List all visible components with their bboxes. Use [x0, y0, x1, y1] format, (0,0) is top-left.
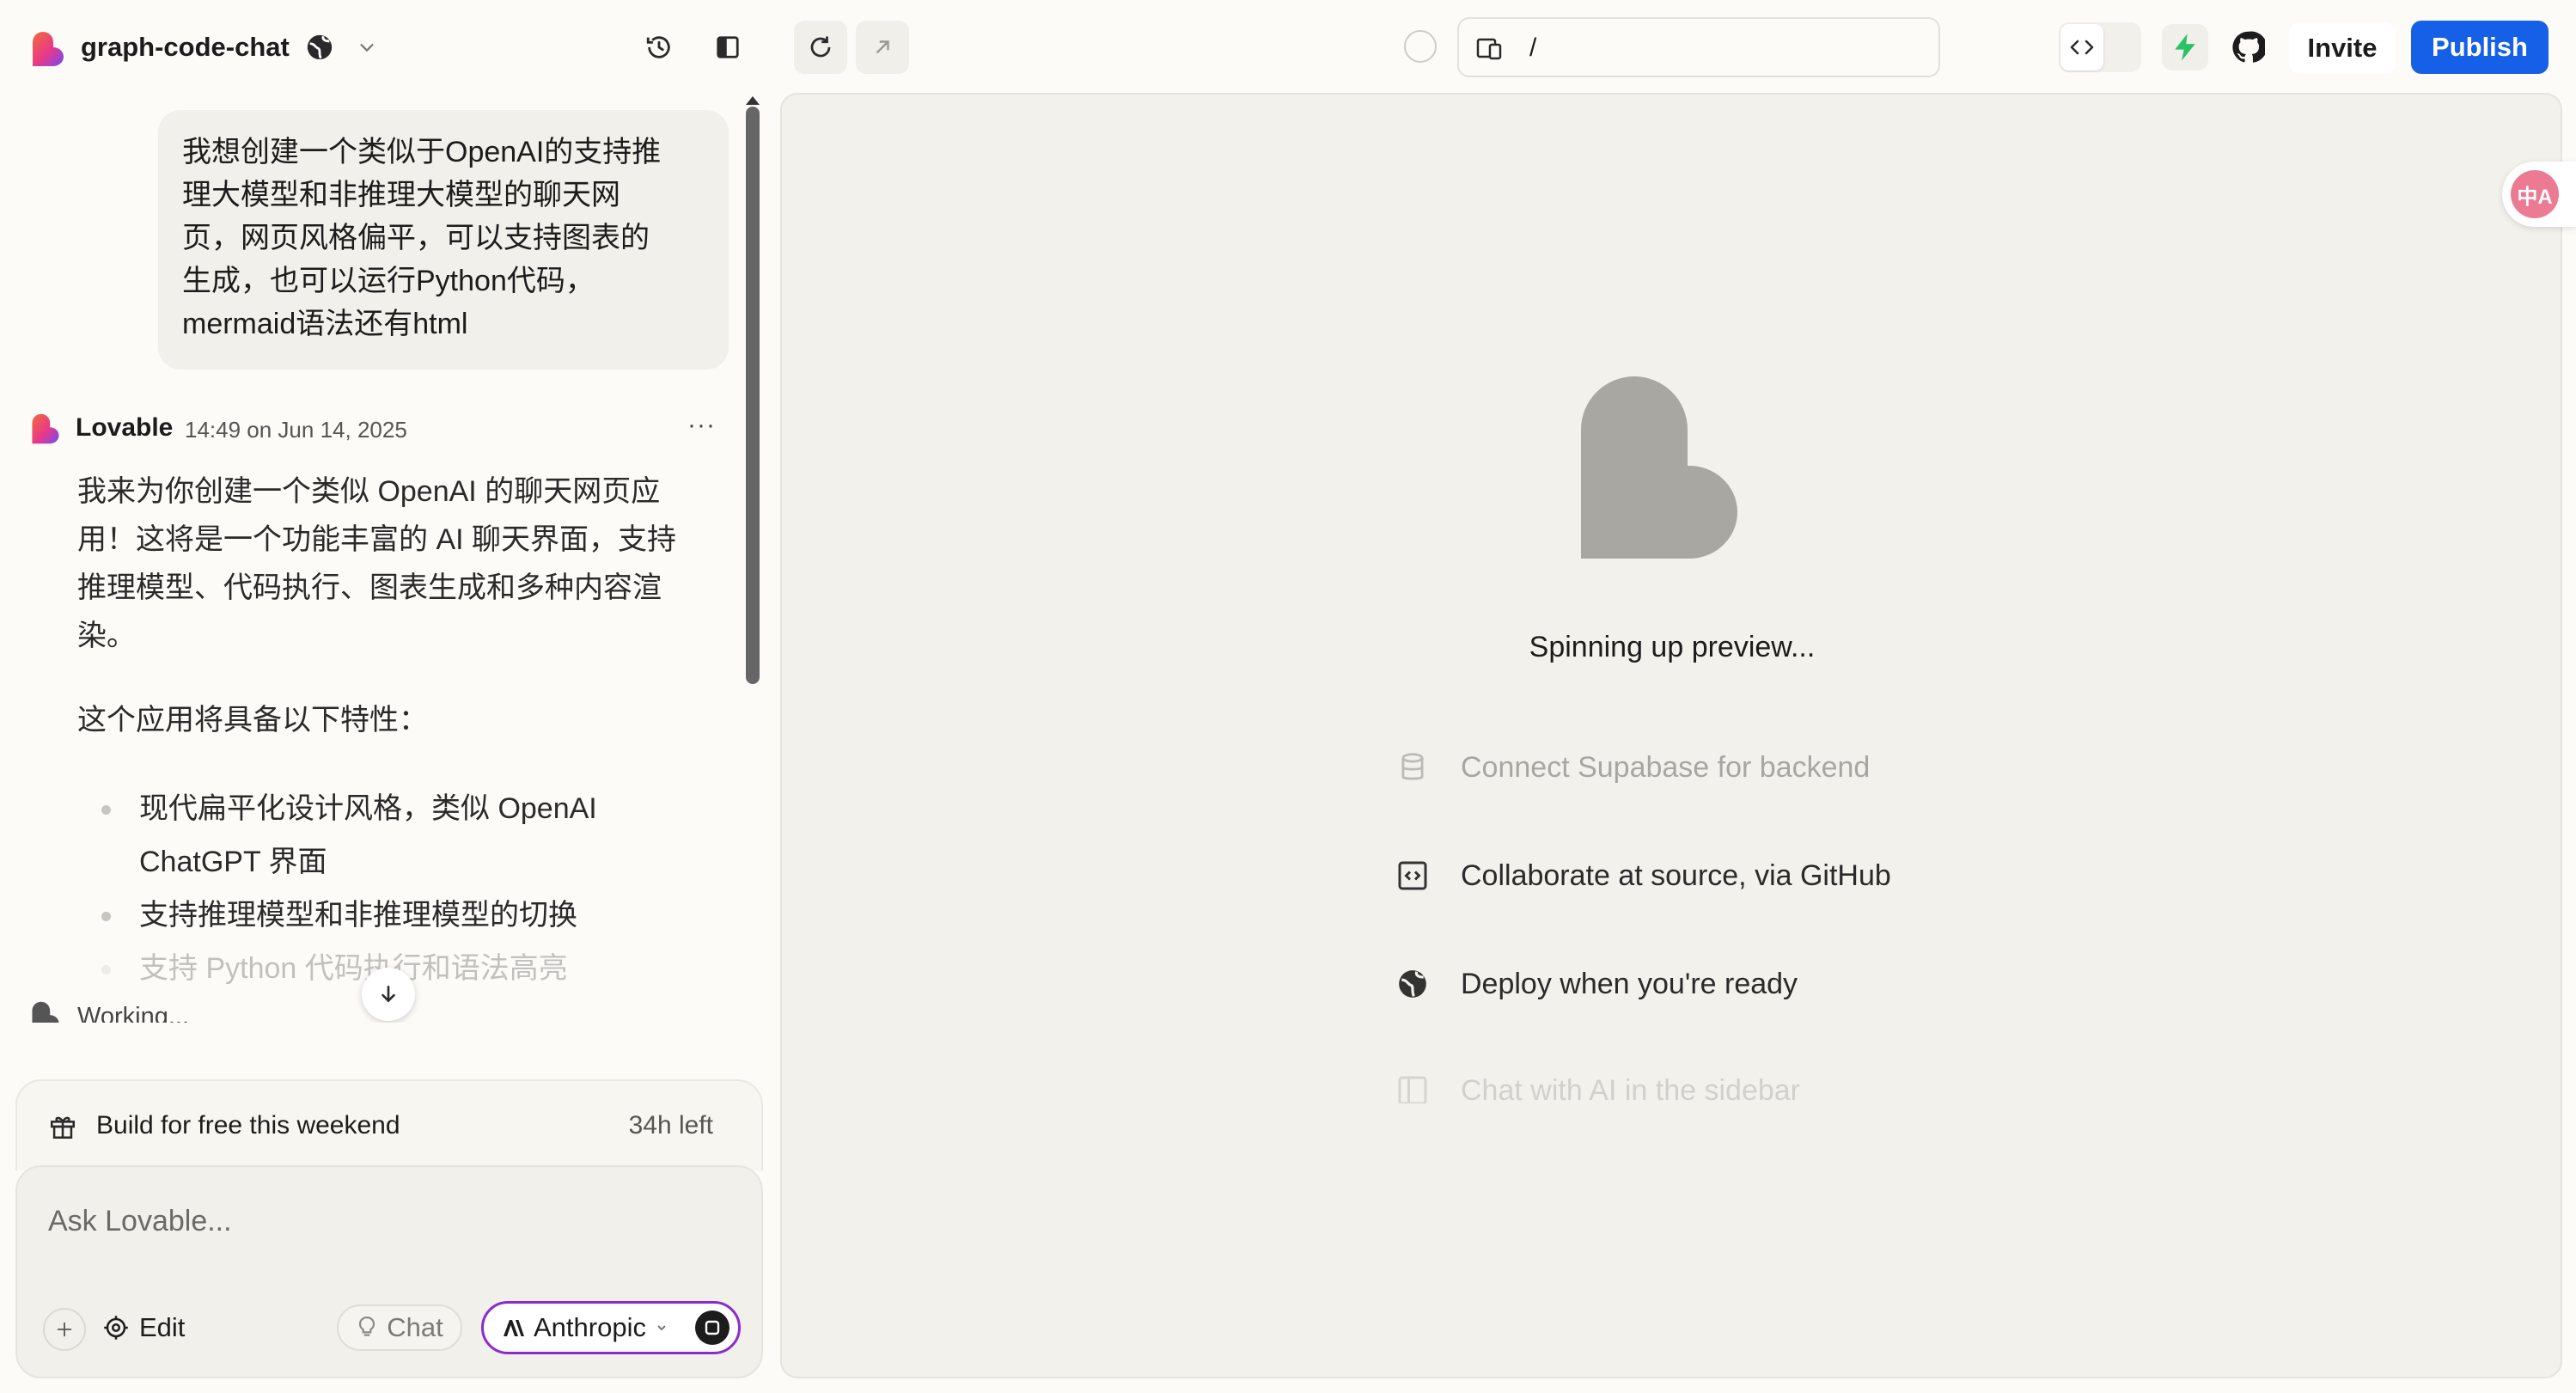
top-bar: graph-code-chat / Invite Publish — [0, 0, 2576, 95]
lovable-heart-icon — [1579, 375, 1763, 559]
user-message-line: 理大模型和非推理大模型的聊天网 — [182, 179, 620, 211]
message-input[interactable]: Ask Lovable... — [48, 1201, 232, 1241]
chat-composer: Ask Lovable... Edit Chat Anthropic — [15, 1165, 763, 1378]
translate-button[interactable]: 中A — [2502, 162, 2576, 227]
message-line: 染。 — [77, 620, 136, 652]
model-selector[interactable]: Anthropic — [481, 1301, 741, 1354]
chat-panel: 我想创建一个类似于OpenAI的支持推 理大模型和非推理大模型的聊天网 页，网页… — [0, 95, 756, 1023]
globe-icon[interactable] — [305, 33, 334, 62]
url-path[interactable]: / — [1529, 31, 1536, 65]
assistant-avatar-icon — [29, 412, 62, 445]
chat-mode-button[interactable]: Chat — [337, 1304, 462, 1351]
user-message-line: 我想创建一个类似于OpenAI的支持推 — [182, 136, 662, 168]
bolt-button[interactable] — [2162, 24, 2208, 70]
list-item: 现代扁平化设计风格，类似 OpenAI — [96, 782, 715, 835]
history-icon[interactable] — [639, 27, 679, 67]
url-bar[interactable]: / — [1457, 17, 1940, 77]
code-box-icon — [1395, 858, 1430, 893]
working-status: Working... — [77, 1003, 190, 1023]
status-circle — [1404, 30, 1437, 63]
message-line: 推理模型、代码执行、图表生成和多种内容渲 — [77, 571, 662, 604]
tip-connect-supabase: Connect Supabase for backend — [1395, 746, 1870, 789]
code-icon[interactable] — [2060, 24, 2103, 70]
message-timestamp: 14:49 on Jun 14, 2025 — [185, 417, 407, 443]
add-attachment-button[interactable] — [43, 1308, 86, 1351]
tip-github: Collaborate at source, via GitHub — [1395, 854, 1891, 897]
github-icon — [2232, 31, 2265, 64]
chevron-down-icon[interactable] — [357, 38, 376, 57]
sidebar-toggle-icon[interactable] — [708, 27, 748, 67]
tip-clip: Chat with AI in the sidebar — [1375, 1064, 1976, 1103]
user-message-bubble: 我想创建一个类似于OpenAI的支持推 理大模型和非推理大模型的聊天网 页，网页… — [158, 110, 729, 370]
chevron-down-icon — [655, 1321, 668, 1335]
features-intro: 这个应用将具备以下特性： — [77, 704, 428, 736]
github-button[interactable] — [2225, 24, 2272, 70]
target-icon — [103, 1315, 129, 1341]
globe-icon — [1395, 967, 1430, 1001]
open-external-button[interactable] — [856, 21, 909, 74]
list-item-continuation: ChatGPT 界面 — [139, 846, 327, 878]
message-line: 用！这将是一个功能丰富的 AI 聊天界面，支持 — [77, 523, 677, 556]
promo-banner[interactable]: Build for free this weekend 34h left — [15, 1079, 763, 1170]
tip-text: Chat with AI in the sidebar — [1461, 1074, 1801, 1103]
promo-time-left: 34h left — [628, 1111, 713, 1139]
tip-deploy: Deploy when you're ready — [1395, 962, 1798, 1005]
tip-sidebar-chat: Chat with AI in the sidebar — [1395, 1069, 1800, 1103]
refresh-button[interactable] — [794, 21, 847, 74]
tip-text: Deploy when you're ready — [1461, 968, 1798, 1000]
gift-icon — [48, 1112, 77, 1141]
model-label: Anthropic — [534, 1312, 646, 1342]
chat-label: Chat — [387, 1312, 443, 1342]
lightbulb-icon — [356, 1316, 378, 1340]
tip-text: Collaborate at source, via GitHub — [1461, 859, 1891, 892]
assistant-message-body: 我来为你创建一个类似 OpenAI 的聊天网页应 用！这将是一个功能丰富的 AI… — [77, 467, 722, 660]
lovable-logo-icon[interactable] — [29, 30, 67, 68]
edit-mode-button[interactable]: Edit — [103, 1303, 185, 1353]
anthropic-icon — [501, 1317, 525, 1338]
edit-label: Edit — [139, 1312, 186, 1342]
project-name[interactable]: graph-code-chat — [81, 27, 290, 67]
list-item: 支持推理模型和非推理模型的切换 — [96, 889, 715, 942]
user-message-line: mermaid语法还有html — [182, 308, 468, 340]
scroll-up-arrow-icon[interactable] — [746, 96, 760, 105]
device-icon[interactable] — [1476, 36, 1504, 62]
stop-icon — [705, 1320, 720, 1335]
working-heart-icon — [29, 1000, 62, 1023]
sidebar-icon — [1395, 1073, 1430, 1103]
database-icon — [1395, 750, 1430, 785]
feature-list: 现代扁平化设计风格，类似 OpenAI ChatGPT 界面 支持推理模型和非推… — [96, 782, 715, 995]
tip-text: Connect Supabase for backend — [1461, 751, 1871, 784]
arrow-down-icon — [377, 983, 400, 1005]
stop-button[interactable] — [695, 1311, 729, 1345]
preview-status: Spinning up preview... — [1529, 631, 1816, 663]
plus-icon — [55, 1320, 74, 1339]
translate-icon: 中A — [2511, 170, 2559, 218]
bolt-icon — [2171, 33, 2199, 62]
code-view-toggle[interactable] — [2059, 22, 2141, 72]
refresh-icon — [808, 34, 833, 60]
more-options-icon[interactable]: ··· — [687, 412, 716, 438]
invite-button[interactable]: Invite — [2289, 22, 2396, 74]
preview-panel — [780, 93, 2562, 1378]
chat-scrollbar[interactable] — [746, 107, 760, 684]
promo-label: Build for free this weekend — [96, 1111, 400, 1139]
scroll-to-bottom-button[interactable] — [362, 968, 415, 1021]
user-message-line: 生成，也可以运行Python代码， — [182, 265, 595, 297]
assistant-name: Lovable — [76, 413, 174, 442]
user-message-line: 页，网页风格偏平，可以支持图表的 — [182, 222, 650, 254]
open-external-icon — [871, 36, 894, 58]
message-line: 我来为你创建一个类似 OpenAI 的聊天网页应 — [77, 475, 661, 508]
publish-button[interactable]: Publish — [2411, 21, 2549, 74]
